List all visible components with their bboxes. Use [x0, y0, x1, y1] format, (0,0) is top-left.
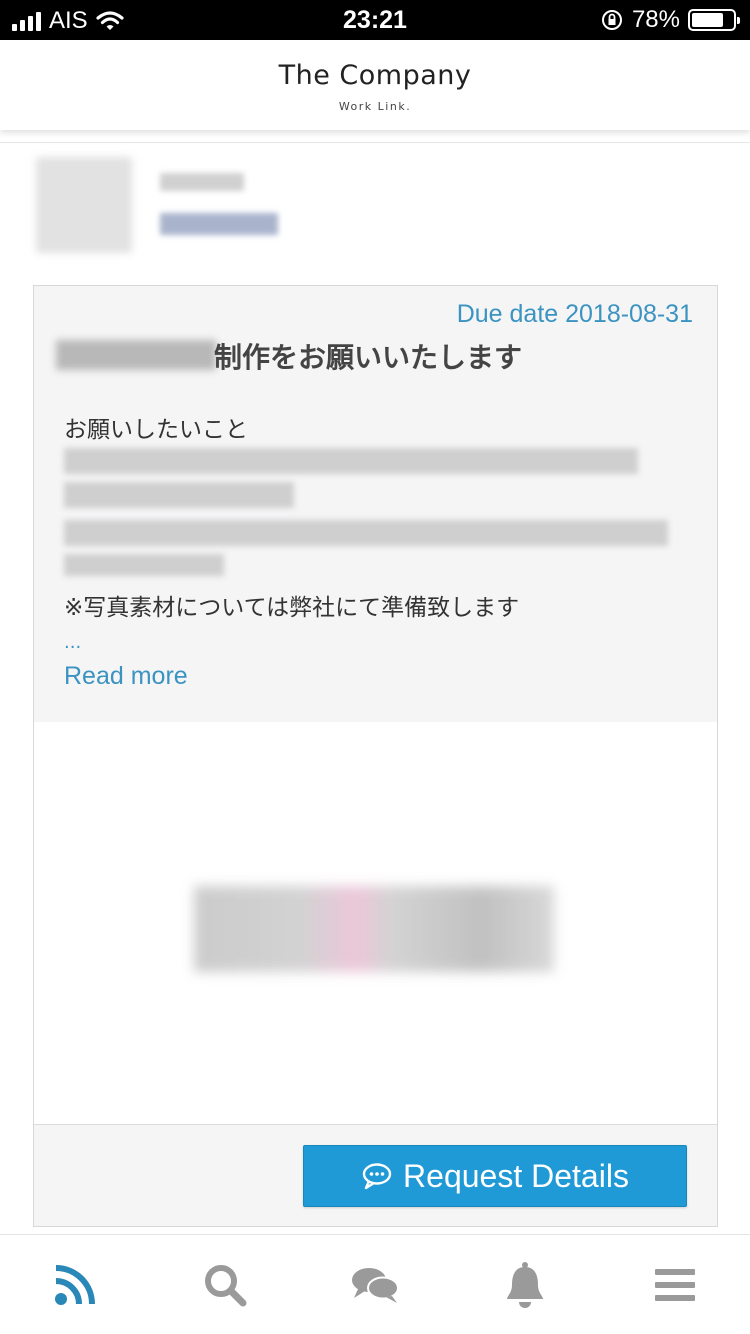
request-details-label: Request Details	[403, 1157, 629, 1194]
bottom-nav	[0, 1234, 750, 1334]
nav-messages[interactable]	[335, 1245, 415, 1325]
redacted-line	[64, 448, 638, 474]
nav-menu[interactable]	[635, 1245, 715, 1325]
brand-logo[interactable]: The Company	[0, 60, 750, 91]
menu-icon	[655, 1268, 695, 1301]
ellipsis: ...	[64, 632, 82, 653]
job-card: Due date 2018-08-31 制作をお願いいたします お願いしたいこと…	[33, 285, 718, 1227]
job-title: 制作をお願いいたします	[214, 341, 523, 374]
status-bar: AIS 23:21 78%	[0, 0, 750, 40]
status-right: 78%	[600, 6, 740, 34]
user-name-redacted	[160, 173, 244, 191]
rss-feed-icon	[55, 1264, 95, 1305]
bell-icon	[507, 1261, 543, 1308]
battery-fill	[692, 13, 724, 27]
company-link-redacted[interactable]	[160, 213, 278, 235]
read-more-link[interactable]: Read more	[64, 662, 188, 691]
search-icon	[205, 1264, 247, 1306]
redacted-line	[64, 482, 294, 508]
brand-tagline: Work Link.	[338, 100, 412, 113]
chat-bubble-icon	[362, 1163, 392, 1190]
nav-search[interactable]	[185, 1245, 265, 1325]
job-title-redacted	[56, 340, 216, 370]
job-footer: Request Details	[34, 1124, 717, 1226]
avatar[interactable]	[36, 157, 132, 253]
nav-feed[interactable]	[35, 1245, 115, 1325]
battery-percent: 78%	[631, 6, 680, 33]
job-image-redacted	[194, 886, 554, 972]
redacted-line	[64, 520, 668, 546]
redacted-line	[64, 554, 224, 576]
job-summary: Due date 2018-08-31 制作をお願いいたします お願いしたいこと…	[34, 286, 717, 722]
feed-card: Due date 2018-08-31 制作をお願いいたします お願いしたいこと…	[0, 142, 750, 1234]
due-date: Due date 2018-08-31	[456, 300, 693, 328]
job-body-label: お願いしたいこと	[64, 417, 248, 443]
app-header: The Company Work Link.	[0, 40, 750, 130]
nav-notifications[interactable]	[485, 1245, 565, 1325]
battery-icon	[688, 9, 740, 31]
request-details-button[interactable]: Request Details	[303, 1145, 687, 1207]
feed: Due date 2018-08-31 制作をお願いいたします お願いしたいこと…	[0, 130, 750, 1234]
job-body-note: ※写真素材については弊社にて準備致します	[64, 595, 520, 621]
chat-bubbles-icon	[352, 1267, 399, 1303]
orientation-lock-icon	[601, 10, 622, 30]
